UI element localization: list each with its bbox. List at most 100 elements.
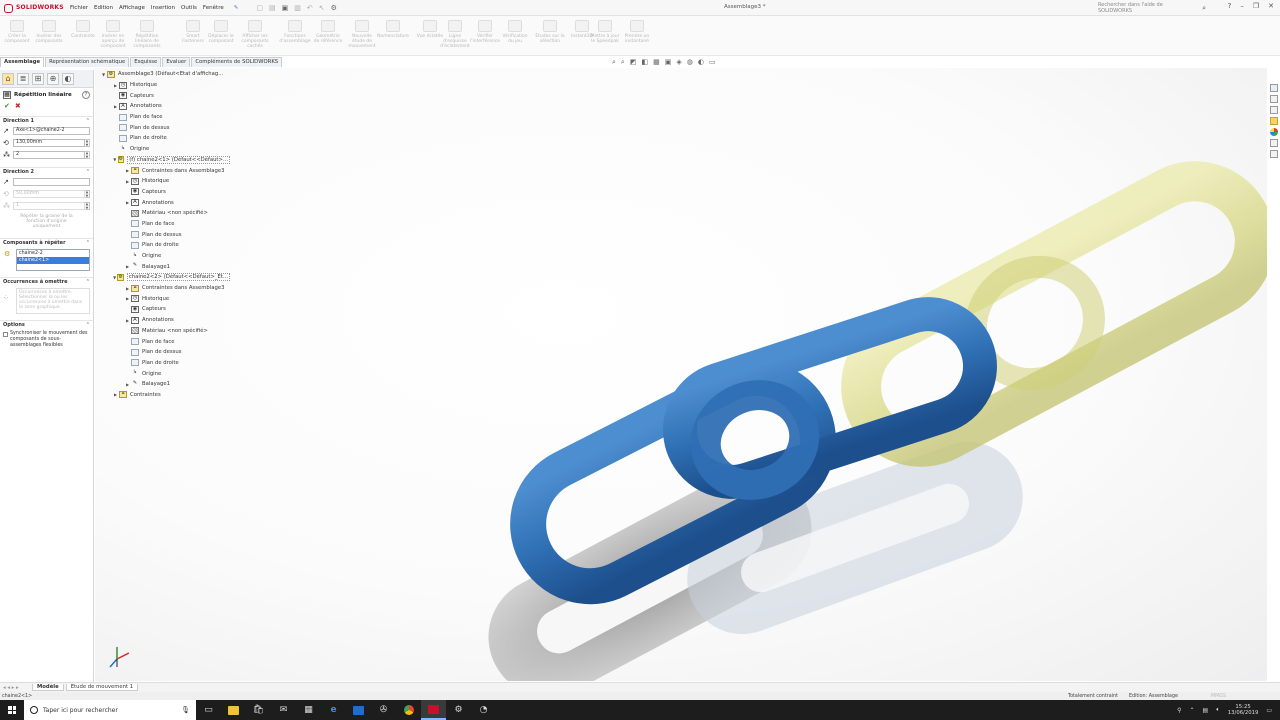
network-app-icon[interactable]: ✇: [371, 700, 396, 720]
command-button[interactable]: Nouvelle étude de mouvement: [347, 20, 377, 49]
expand-arrow-icon[interactable]: ▶: [112, 83, 119, 88]
tree-node[interactable]: ▼ ⚙ Assemblage3 (Défaut<Etat d'affichag...: [100, 69, 230, 80]
expand-arrow-icon[interactable]: ▶: [112, 104, 119, 109]
tree-node[interactable]: ▶ ◷ Historique: [100, 80, 230, 91]
tab-modele[interactable]: Modèle: [32, 684, 64, 691]
expand-arrow-icon[interactable]: ▶: [124, 200, 131, 205]
menu-edition[interactable]: Edition: [94, 5, 113, 11]
tab-esquisse[interactable]: Esquisse: [130, 57, 162, 67]
select-icon[interactable]: ↖: [319, 4, 325, 12]
sync-checkbox[interactable]: [3, 331, 8, 337]
spacing-spinner[interactable]: ▲ ▼: [85, 190, 90, 198]
tree-node[interactable]: ▼ ⚙ (f) chaine2<1> (Défaut<<Défaut>...: [100, 155, 230, 166]
display-manager-tab-icon[interactable]: ◐: [62, 72, 74, 85]
command-button[interactable]: Contrainte: [68, 20, 98, 39]
list-item[interactable]: chaine2-2: [17, 250, 89, 257]
appearances-icon[interactable]: [1269, 128, 1278, 136]
direction1-ref-field[interactable]: Axe<1>@chaine2-2: [13, 127, 90, 135]
direction1-instances-input[interactable]: 2: [13, 151, 85, 159]
minimize-button[interactable]: –: [1240, 2, 1244, 10]
tree-node[interactable]: ▶ ⚭ Contraintes dans Assemblage3: [100, 165, 230, 176]
calculator-icon[interactable]: ▦: [296, 700, 321, 720]
skip-instances-list[interactable]: Occurrences à omettre. Sélectionner la o…: [16, 287, 90, 314]
solidworks-taskbar-icon[interactable]: [421, 700, 446, 720]
appearance-icon[interactable]: ◍: [687, 58, 693, 67]
search-icon[interactable]: ⌕: [1202, 4, 1206, 13]
taskbar-search[interactable]: Taper ici pour rechercher 🎙︎: [24, 700, 196, 720]
command-button[interactable]: Afficher les composants cachés: [240, 20, 270, 49]
direction2-header[interactable]: Direction 2 ⌃: [0, 167, 93, 176]
tree-node[interactable]: ◉ Capteurs: [100, 90, 230, 101]
tree-node[interactable]: ▶ A Annotations: [100, 315, 230, 326]
tab-evaluer[interactable]: Evaluer: [162, 57, 191, 67]
file-explorer-taskbar-icon[interactable]: [221, 700, 246, 720]
tree-node[interactable]: ▶ A Annotations: [100, 101, 230, 112]
tree-node[interactable]: Plan de droite: [100, 240, 230, 251]
expand-arrow-icon[interactable]: ▶: [124, 179, 131, 184]
tree-node[interactable]: Plan de droite: [100, 358, 230, 369]
tree-node[interactable]: ▶ ◷ Historique: [100, 293, 230, 304]
command-button[interactable]: Géométrie de référence: [313, 20, 343, 44]
new-doc-icon[interactable]: ▢: [256, 4, 263, 12]
microphone-icon[interactable]: 🎙︎: [181, 706, 190, 714]
command-button[interactable]: Fonctions d'assemblage: [279, 20, 311, 44]
cancel-button[interactable]: ✖: [15, 102, 21, 110]
edge-icon[interactable]: e: [321, 700, 346, 720]
zoom-area-icon[interactable]: ⌕: [621, 58, 625, 67]
open-icon[interactable]: ▤: [269, 4, 276, 12]
tree-node[interactable]: ▶ ◷ Historique: [100, 176, 230, 187]
solidworks-resources-icon[interactable]: [1269, 84, 1278, 92]
command-button[interactable]: Insérer des composants: [34, 20, 64, 44]
command-button[interactable]: Vérification du jeu: [500, 20, 530, 44]
tree-node[interactable]: ▶ ✎ Balayage1: [100, 379, 230, 390]
save-icon[interactable]: ▣: [282, 4, 289, 12]
view-orientation-icon[interactable]: ▦: [653, 58, 660, 67]
scene-icon[interactable]: ◐: [698, 58, 704, 67]
settings-icon[interactable]: ⚙: [446, 700, 471, 720]
tree-node[interactable]: Plan de dessus: [100, 122, 230, 133]
components-list[interactable]: chaine2-2 chaine2<1>: [16, 248, 90, 271]
tab-complements[interactable]: Compléments de SOLIDWORKS: [191, 57, 283, 67]
expand-arrow-icon[interactable]: ▶: [124, 168, 131, 173]
expand-arrow-icon[interactable]: ▶: [124, 318, 131, 323]
tree-node[interactable]: ↳ Origine: [100, 251, 230, 262]
clock[interactable]: 15:25 13/06/2019: [1228, 704, 1259, 717]
command-button[interactable]: Mettre à jour le Speedpak: [590, 20, 620, 44]
tab-representation-schematique[interactable]: Représentation schématique: [45, 57, 130, 67]
tree-node[interactable]: ▶ A Annotations: [100, 197, 230, 208]
command-button[interactable]: Créer la composant: [2, 20, 32, 44]
help-icon[interactable]: ?: [1228, 2, 1232, 10]
mail-icon[interactable]: ✉: [271, 700, 296, 720]
direction1-spacing-input[interactable]: 130,00mm: [13, 139, 85, 147]
hide-show-icon[interactable]: ◈: [676, 58, 681, 67]
tree-node[interactable]: ▼ ⚙ chaine2<2> (Défaut<<Défaut>_Et...: [100, 272, 230, 283]
tree-node[interactable]: ◉ Capteurs: [100, 304, 230, 315]
sync-option-row[interactable]: Synchroniser le mouvement des composants…: [0, 329, 93, 351]
menu-pin-icon[interactable]: ✎: [234, 5, 239, 11]
list-item-selected[interactable]: chaine2<1>: [17, 256, 89, 264]
tray-expand-icon[interactable]: ⌃: [1189, 707, 1194, 714]
spacing-spinner[interactable]: ▲ ▼: [85, 139, 90, 147]
close-button[interactable]: ✕: [1268, 2, 1274, 10]
direction-arrow-icon[interactable]: ↗: [3, 178, 13, 186]
tree-node[interactable]: Plan de face: [100, 336, 230, 347]
expand-arrow-icon[interactable]: ▶: [124, 286, 131, 291]
help-search-input[interactable]: Rechercher dans l'aide de SOLIDWORKS: [1098, 2, 1198, 14]
tree-node[interactable]: Plan de dessus: [100, 229, 230, 240]
zoom-fit-icon[interactable]: ⌕: [612, 58, 616, 67]
app-icon[interactable]: ◔: [471, 700, 496, 720]
task-view-icon[interactable]: ▭: [196, 700, 221, 720]
help-search[interactable]: Rechercher dans l'aide de SOLIDWORKS ⌕: [1098, 2, 1206, 14]
menu-fenetre[interactable]: Fenêtre: [203, 5, 224, 11]
skip-instances-header[interactable]: Occurrences à omettre ⌃: [0, 276, 93, 286]
volume-icon[interactable]: 🔈︎: [1216, 706, 1220, 714]
tree-node[interactable]: ▶ ⚭ Contraintes: [100, 390, 230, 401]
tree-node[interactable]: Matériau <non spécifié>: [100, 208, 230, 219]
display-style-icon[interactable]: ▣: [665, 58, 672, 67]
tree-node[interactable]: Plan de droite: [100, 133, 230, 144]
outlook-icon[interactable]: [346, 700, 371, 720]
options-gear-icon[interactable]: ⚙: [331, 4, 337, 12]
store-icon[interactable]: 🛍︎: [246, 700, 271, 720]
people-icon[interactable]: ⚲: [1177, 707, 1181, 714]
restore-button[interactable]: ❐: [1253, 2, 1259, 10]
